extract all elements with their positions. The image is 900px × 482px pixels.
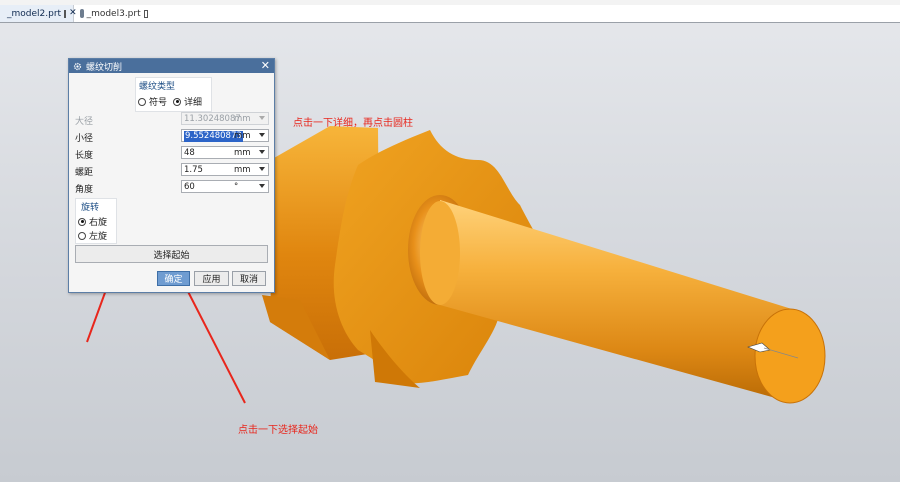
pitch-label: 螺距 (75, 168, 94, 178)
tab-model3[interactable]: _model3.prt (76, 5, 152, 22)
angle-field[interactable]: 60 ° (181, 180, 269, 193)
chevron-down-icon (259, 116, 265, 120)
tab-model2[interactable]: _model2.prt ✕ (0, 5, 77, 22)
radio-circle[interactable] (78, 231, 86, 240)
thread-type-title: 螺纹类型 (139, 82, 176, 92)
select-start-button[interactable]: 选择起始 (75, 245, 268, 263)
radio-right-hand[interactable]: 右旋 (78, 215, 107, 228)
chevron-down-icon[interactable] (259, 184, 265, 188)
tab-label: _model2.prt (7, 8, 62, 19)
major-diameter-field: 11.30248087 mm (181, 112, 269, 125)
assembly-file-icon (80, 9, 84, 18)
tab-label: _model3.prt (86, 8, 141, 19)
rotation-title: 旋转 (81, 203, 100, 213)
radio-circle[interactable] (138, 97, 146, 106)
file-tab-bar: _model2.prt ✕ _model3.prt (0, 5, 900, 23)
radio-label: 左旋 (89, 232, 108, 242)
radio-detailed[interactable]: 详细 (173, 95, 202, 108)
field-unit: mm (234, 148, 251, 158)
annotation-bottom: 点击一下选择起始 (238, 425, 318, 436)
dialog-title: 螺纹切削 (86, 62, 123, 73)
length-field[interactable]: 48 mm (181, 146, 269, 159)
annotation-top: 点击一下详细，再点击圆柱 (293, 118, 413, 129)
chevron-down-icon[interactable] (259, 150, 265, 154)
radio-circle[interactable] (173, 97, 181, 106)
field-value: 11.30248087 (184, 114, 241, 124)
field-unit: mm (234, 114, 251, 124)
ok-button[interactable]: 确定 (157, 271, 190, 286)
field-unit: mm (234, 131, 251, 141)
cancel-button[interactable]: 取消 (232, 271, 266, 286)
angle-label: 角度 (75, 185, 94, 195)
radio-label: 右旋 (89, 218, 108, 228)
chevron-down-icon[interactable] (259, 133, 265, 137)
radio-label: 详细 (184, 98, 203, 108)
shaft-base (420, 201, 460, 305)
pitch-field[interactable]: 1.75 mm (181, 163, 269, 176)
thread-cut-dialog: 螺纹切削 ✕ 螺纹类型 符号 详细 大径 11.30248087 mm 小径 9… (68, 58, 275, 293)
close-icon[interactable]: ✕ (261, 59, 270, 73)
field-unit: mm (234, 165, 251, 175)
length-label: 长度 (75, 151, 94, 161)
radio-left-hand[interactable]: 左旋 (78, 229, 107, 242)
minor-diameter-field[interactable]: 9.552480873 mm (181, 129, 269, 142)
major-diameter-label: 大径 (75, 117, 94, 127)
tab-save-icon[interactable] (64, 9, 67, 18)
dialog-titlebar[interactable]: 螺纹切削 ✕ (69, 59, 274, 73)
field-value[interactable]: 48 (184, 148, 195, 159)
tab-save-icon[interactable] (143, 9, 148, 18)
minor-diameter-label: 小径 (75, 134, 94, 144)
chevron-down-icon[interactable] (259, 167, 265, 171)
apply-button[interactable]: 应用 (194, 271, 229, 286)
field-value[interactable]: 60 (184, 182, 195, 193)
field-unit: ° (234, 182, 239, 192)
cylinder-shaft[interactable] (440, 200, 795, 402)
radio-label: 符号 (149, 98, 168, 108)
radio-circle[interactable] (78, 217, 86, 226)
gear-icon (73, 62, 82, 70)
field-value[interactable]: 1.75 (184, 165, 203, 176)
radio-symbolic[interactable]: 符号 (138, 95, 167, 108)
